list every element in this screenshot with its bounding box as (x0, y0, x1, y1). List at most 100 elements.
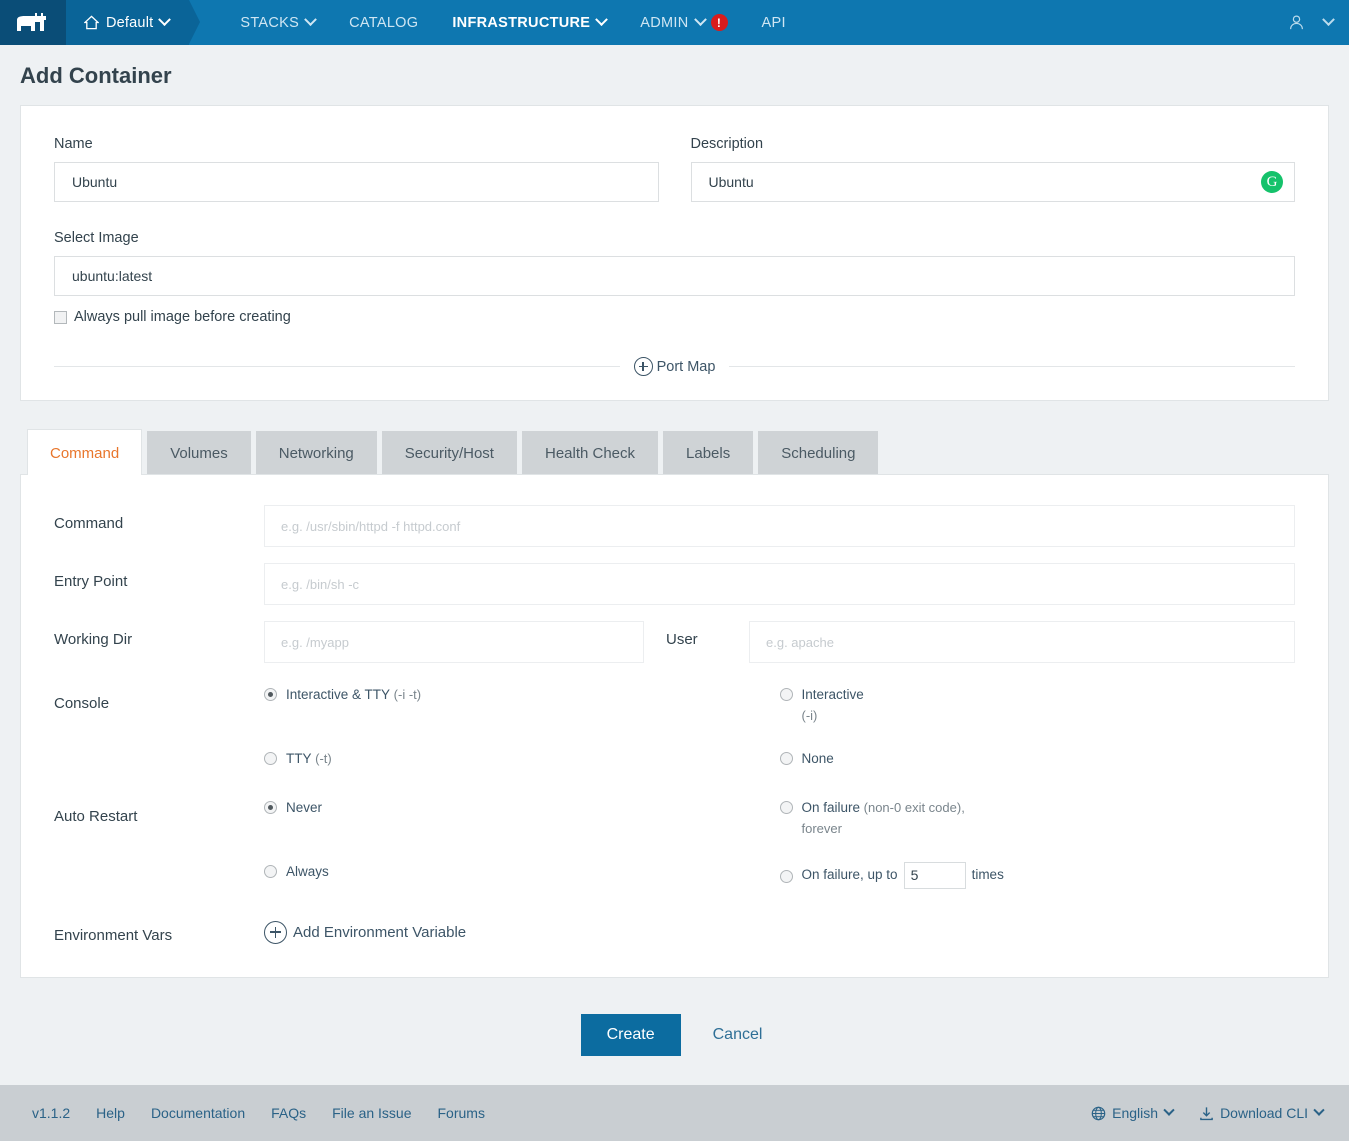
footer-link-help[interactable]: Help (96, 1105, 125, 1121)
alert-badge-icon: ! (710, 14, 728, 31)
download-cli-selector[interactable]: Download CLI (1199, 1104, 1325, 1121)
language-label: English (1112, 1105, 1159, 1121)
environment-vars-row: Environment Vars Add Environment Variabl… (54, 917, 1295, 947)
select-image-label: Select Image (54, 230, 139, 246)
footer-link-forums[interactable]: Forums (438, 1105, 485, 1121)
auto-restart-option-on-failure-forever[interactable]: On failure (non-0 exit code), forever (779, 798, 1296, 840)
chevron-down-icon[interactable] (1322, 13, 1335, 27)
page: Default STACKS CATALOG INFRASTRUCTURE AD… (0, 0, 1349, 1141)
always-pull-checkbox-row[interactable]: Always pull image before creating (54, 309, 1295, 325)
user-icon[interactable] (1288, 14, 1305, 31)
console-row: Console Interactive & TTY (-i -t) Intera… (54, 685, 1295, 770)
nav-item-label: CATALOG (349, 14, 419, 31)
top-navigation-bar: Default STACKS CATALOG INFRASTRUCTURE AD… (0, 0, 1349, 45)
console-label: Console (54, 695, 110, 712)
tab-label: Volumes (170, 445, 228, 462)
footer-link-faqs[interactable]: FAQs (271, 1105, 306, 1121)
console-option-tty[interactable]: TTY (-t) (264, 749, 780, 770)
command-label: Command (54, 515, 124, 532)
tab-security-host[interactable]: Security/Host (381, 431, 517, 474)
user-input[interactable] (749, 621, 1295, 663)
description-input[interactable] (690, 162, 1295, 202)
auto-restart-option-never[interactable]: Never (264, 798, 780, 840)
nav-item-catalog[interactable]: CATALOG (332, 0, 435, 45)
nav-item-label: STACKS (240, 14, 300, 31)
console-option-interactive-tty[interactable]: Interactive & TTY (-i -t) (264, 685, 780, 727)
footer-link-documentation[interactable]: Documentation (151, 1105, 245, 1121)
home-icon (84, 15, 99, 30)
radio-icon[interactable] (779, 800, 793, 814)
grammarly-icon[interactable]: G (1261, 171, 1283, 193)
tab-label: Health Check (544, 445, 636, 462)
chevron-down-icon (1163, 1104, 1175, 1116)
cancel-button[interactable]: Cancel (707, 1025, 769, 1045)
page-header: Add Container (0, 45, 1349, 105)
rancher-logo[interactable] (0, 0, 66, 45)
auto-restart-option-label: On failure (non-0 exit code), forever (801, 799, 965, 836)
chevron-down-icon (1313, 1104, 1325, 1116)
add-environment-variable-button[interactable]: Add Environment Variable (264, 917, 466, 944)
user-label: User (666, 631, 698, 648)
nav-item-stacks[interactable]: STACKS (223, 0, 332, 45)
name-field-group: Name (54, 136, 675, 202)
select-image-group: Select Image Always pull image before cr… (54, 230, 1295, 325)
environment-vars-label: Environment Vars (54, 926, 173, 944)
entry-point-input[interactable] (264, 563, 1295, 605)
tab-command[interactable]: Command (27, 429, 143, 475)
working-dir-input[interactable] (264, 621, 644, 663)
auto-restart-option-label: Never (286, 799, 323, 815)
tab-health-check[interactable]: Health Check (521, 431, 659, 474)
chevron-down-icon (158, 13, 172, 27)
environment-name: Default (106, 14, 154, 31)
tab-networking[interactable]: Networking (255, 431, 377, 474)
nav-item-infrastructure[interactable]: INFRASTRUCTURE (435, 0, 623, 45)
radio-icon[interactable] (264, 800, 277, 814)
download-icon (1200, 1106, 1213, 1120)
radio-icon[interactable] (264, 864, 277, 878)
entry-point-row: Entry Point (54, 563, 1295, 605)
footer: v1.1.2 Help Documentation FAQs File an I… (0, 1085, 1349, 1141)
restart-count-input[interactable] (903, 861, 966, 889)
radio-icon[interactable] (264, 688, 277, 701)
console-option-label: Interactive (-i) (801, 687, 864, 723)
tab-label: Networking (278, 445, 354, 462)
port-map-divider: Port Map (54, 357, 1295, 376)
tab-volumes[interactable]: Volumes (147, 431, 251, 474)
console-option-interactive[interactable]: Interactive (-i) (779, 685, 1296, 727)
console-option-none[interactable]: None (779, 749, 1296, 770)
tab-labels[interactable]: Labels (663, 431, 754, 474)
auto-restart-option-on-failure-count[interactable]: On failure, up totimes (779, 861, 1296, 889)
divider-line-left (54, 366, 620, 367)
console-option-label: Interactive & TTY (-i -t) (286, 687, 422, 702)
nav-item-label: ADMIN (640, 14, 689, 31)
auto-restart-radio-group: Never On failure (non-0 exit code), fore… (264, 798, 1295, 889)
radio-icon[interactable] (779, 869, 793, 883)
download-cli-label: Download CLI (1220, 1105, 1308, 1121)
command-input[interactable] (264, 505, 1295, 547)
radio-icon[interactable] (264, 751, 277, 765)
command-tab-panel: Command Entry Point Working Dir (20, 474, 1329, 978)
form-actions: Create Cancel (0, 978, 1349, 1096)
auto-restart-option-label: Always (286, 863, 329, 879)
radio-icon[interactable] (779, 751, 793, 765)
nav-item-admin[interactable]: ADMIN ! (623, 0, 744, 45)
add-port-map-button[interactable]: Port Map (620, 357, 730, 376)
language-selector[interactable]: English (1091, 1104, 1175, 1121)
tab-label: Security/Host (404, 445, 494, 462)
always-pull-checkbox[interactable] (54, 310, 67, 324)
nav-item-label: INFRASTRUCTURE (452, 14, 591, 31)
footer-link-file-an-issue[interactable]: File an Issue (332, 1105, 411, 1121)
console-radio-group: Interactive & TTY (-i -t) Interactive (-… (264, 685, 1295, 770)
nav-items: STACKS CATALOG INFRASTRUCTURE ADMIN ! AP… (189, 0, 802, 45)
auto-restart-option-always[interactable]: Always (264, 862, 780, 889)
radio-icon[interactable] (779, 688, 793, 701)
always-pull-label: Always pull image before creating (74, 309, 291, 325)
nav-item-api[interactable]: API (745, 0, 803, 45)
globe-icon (1091, 1106, 1106, 1120)
environment-selector[interactable]: Default (66, 0, 201, 45)
name-input[interactable] (54, 162, 659, 202)
version-label: v1.1.2 (32, 1105, 71, 1121)
select-image-input[interactable] (54, 256, 1295, 296)
create-button[interactable]: Create (580, 1013, 681, 1056)
tab-scheduling[interactable]: Scheduling (758, 431, 879, 474)
